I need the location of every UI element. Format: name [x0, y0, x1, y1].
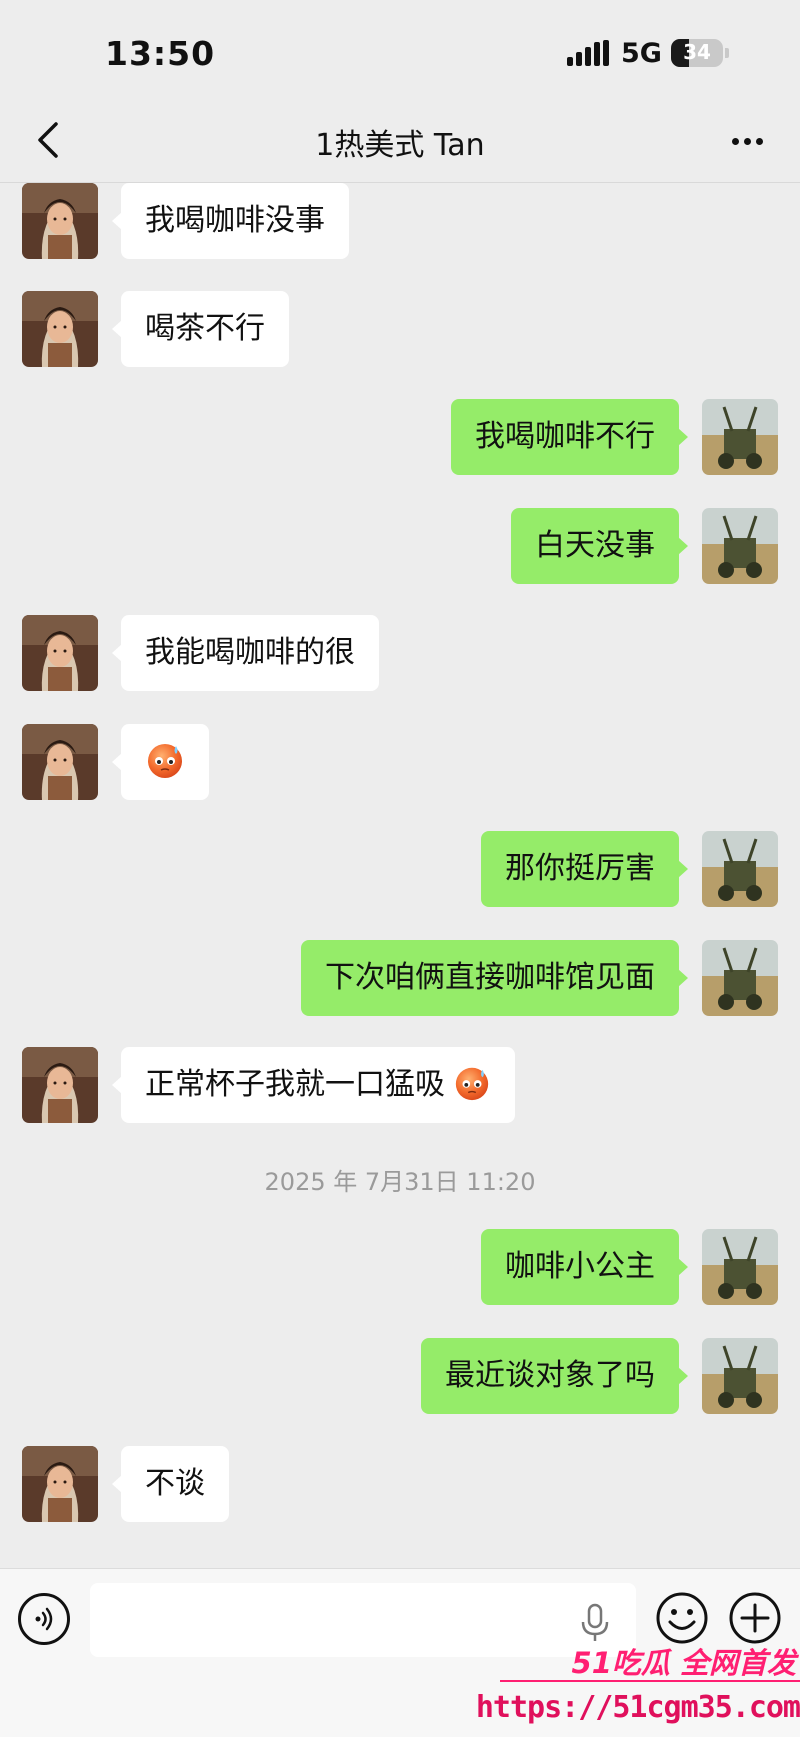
self-avatar[interactable]	[702, 831, 778, 907]
chat-header: 1热美式 Tan	[0, 100, 800, 183]
message-text: 不谈	[145, 1466, 205, 1501]
sweat-face-emoji-icon	[148, 743, 182, 778]
self-avatar[interactable]	[702, 508, 778, 584]
watermark-url: https://51cgm35.com	[475, 1690, 800, 1725]
received-message-bubble[interactable]: 喝茶不行	[112, 291, 289, 367]
sent-message-bubble[interactable]: 咖啡小公主	[481, 1229, 688, 1305]
status-time: 13:50	[105, 34, 216, 73]
self-avatar[interactable]	[702, 940, 778, 1016]
received-message-bubble[interactable]: 我能喝咖啡的很	[112, 615, 379, 691]
sent-message-bubble[interactable]: 最近谈对象了吗	[421, 1338, 688, 1414]
microphone-icon[interactable]	[578, 1603, 612, 1643]
message-text: 白天没事	[535, 528, 655, 563]
message-text: 我能喝咖啡的很	[145, 635, 355, 670]
contact-avatar[interactable]	[22, 615, 98, 691]
contact-avatar[interactable]	[22, 183, 98, 259]
network-type: 5G	[621, 38, 662, 69]
message-text: 喝茶不行	[145, 311, 265, 346]
sent-message-bubble[interactable]: 那你挺厉害	[481, 831, 688, 907]
sweat-face-emoji-icon	[455, 1067, 489, 1100]
message-timestamp: 2025 年 7月31日 11:20	[264, 1168, 536, 1196]
message-text: 下次咱俩直接咖啡馆见面	[325, 960, 655, 995]
more-dots-icon[interactable]	[728, 122, 768, 158]
contact-avatar[interactable]	[22, 1047, 98, 1123]
message-text: 最近谈对象了吗	[445, 1358, 655, 1393]
message-list[interactable]: 2025 年 7月31日 11:20 我喝咖啡没事 喝茶不行我喝咖啡不行白天没事我…	[0, 183, 800, 1568]
received-message-bubble[interactable]	[112, 724, 209, 800]
received-message-bubble[interactable]: 正常杯子我就一口猛吸	[112, 1047, 515, 1123]
message-text: 那你挺厉害	[505, 851, 655, 886]
status-bar: 13:50 5G 34	[0, 0, 800, 100]
battery-cap	[725, 48, 729, 58]
self-avatar[interactable]	[702, 1229, 778, 1305]
chat-title: 1热美式 Tan	[315, 128, 485, 163]
smiley-icon[interactable]	[655, 1591, 709, 1645]
received-message-bubble[interactable]: 我喝咖啡没事	[112, 183, 349, 259]
sent-message-bubble[interactable]: 下次咱俩直接咖啡馆见面	[301, 940, 688, 1016]
self-avatar[interactable]	[702, 1338, 778, 1414]
sent-message-bubble[interactable]: 白天没事	[511, 508, 688, 584]
plus-circle-icon[interactable]	[728, 1591, 782, 1645]
message-text: 我喝咖啡不行	[475, 419, 655, 454]
voice-icon[interactable]	[18, 1593, 70, 1645]
message-text: 正常杯子我就一口猛吸	[145, 1067, 445, 1102]
received-message-bubble[interactable]: 不谈	[112, 1446, 229, 1522]
self-avatar[interactable]	[702, 399, 778, 475]
message-text: 我喝咖啡没事	[145, 203, 325, 238]
battery-level: 34	[683, 40, 711, 64]
watermark: 51吃瓜 全网首发 https://51cgm35.com	[476, 1640, 800, 1736]
contact-avatar[interactable]	[22, 724, 98, 800]
signal-icon	[567, 40, 611, 66]
battery-icon: 34	[671, 39, 723, 67]
watermark-logo: 51吃瓜 全网首发	[571, 1646, 796, 1680]
sent-message-bubble[interactable]: 我喝咖啡不行	[451, 399, 688, 475]
watermark-divider	[500, 1680, 800, 1682]
contact-avatar[interactable]	[22, 1446, 98, 1522]
contact-avatar[interactable]	[22, 291, 98, 367]
message-text: 咖啡小公主	[505, 1249, 655, 1284]
